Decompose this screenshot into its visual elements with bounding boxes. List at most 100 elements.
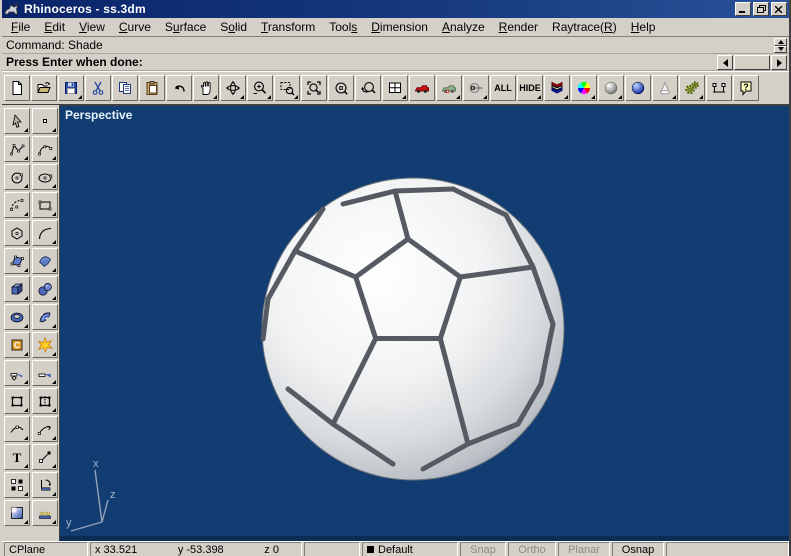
hide-button[interactable]: HIDE xyxy=(517,75,543,101)
app-icon-rhino[interactable] xyxy=(4,2,20,17)
down-arrow-icon xyxy=(778,47,784,51)
scroll-down-button[interactable] xyxy=(774,46,787,54)
tool-sphere[interactable] xyxy=(32,276,58,302)
zoom-window-button[interactable] xyxy=(274,75,300,101)
zoom-dynamic-button[interactable] xyxy=(247,75,273,101)
scrollbar-thumb[interactable] xyxy=(734,55,770,70)
tool-box[interactable] xyxy=(4,276,30,302)
rotate-view-button[interactable] xyxy=(220,75,246,101)
scroll-left-button[interactable] xyxy=(717,55,733,70)
spheres-icon xyxy=(37,281,53,297)
close-button[interactable] xyxy=(771,2,787,16)
tool-polygon[interactable] xyxy=(4,220,30,246)
menu-item-transform[interactable]: Transform xyxy=(254,19,322,36)
save-floppy-icon xyxy=(63,80,79,96)
menu-item-surface[interactable]: Surface xyxy=(158,19,213,36)
viewport-layout-button[interactable] xyxy=(382,75,408,101)
menu-item-analyze[interactable]: Analyze xyxy=(435,19,492,36)
ortho-toggle[interactable]: Ortho xyxy=(508,542,556,556)
undo-button[interactable] xyxy=(166,75,192,101)
menu-item-edit[interactable]: Edit xyxy=(37,19,72,36)
copy-icon xyxy=(117,80,133,96)
shade-button[interactable] xyxy=(598,75,624,101)
perspective-viewport[interactable]: Perspective xyxy=(59,105,789,541)
new-button[interactable] xyxy=(4,75,30,101)
tool-fillet[interactable] xyxy=(4,360,30,386)
tool-extrude[interactable]: C xyxy=(4,332,30,358)
menu-item-tools[interactable]: Tools xyxy=(322,19,364,36)
render-button[interactable] xyxy=(409,75,435,101)
menu-item-dimension[interactable]: Dimension xyxy=(364,19,435,36)
tool-surface-edit[interactable] xyxy=(32,304,58,330)
tool-array[interactable] xyxy=(4,472,30,498)
cplane-pane[interactable]: CPlane xyxy=(4,542,88,556)
tool-point[interactable] xyxy=(32,108,58,134)
cut-button[interactable] xyxy=(85,75,111,101)
copy-button[interactable] xyxy=(112,75,138,101)
titlebar: Rhinoceros - ss.3dm xyxy=(2,0,789,18)
menu-item-file[interactable]: File xyxy=(4,19,37,36)
menu-item-help[interactable]: Help xyxy=(624,19,663,36)
select-all-button[interactable]: ALL xyxy=(490,75,516,101)
command-history-line[interactable]: Command: Shade xyxy=(2,37,789,54)
tool-extend-curve[interactable] xyxy=(32,416,58,442)
menu-item-view[interactable]: View xyxy=(72,19,112,36)
tool-arc[interactable] xyxy=(4,192,30,218)
tool-polyline[interactable] xyxy=(4,136,30,162)
main-area: C T Perspective xyxy=(2,105,789,541)
tool-orient[interactable] xyxy=(32,472,58,498)
render-sphere-button[interactable] xyxy=(625,75,651,101)
tool-explode[interactable] xyxy=(32,332,58,358)
snap-toggle[interactable]: Snap xyxy=(460,542,506,556)
tool-move-point[interactable] xyxy=(32,444,58,470)
layer-pane[interactable]: Default xyxy=(362,542,458,556)
scroll-right-button[interactable] xyxy=(771,55,787,70)
layers-button[interactable] xyxy=(544,75,570,101)
tool-rectangle[interactable] xyxy=(32,192,58,218)
tool-torus[interactable] xyxy=(4,304,30,330)
menu-item-render[interactable]: Render xyxy=(492,19,545,36)
tool-ellipse[interactable] xyxy=(32,164,58,190)
tool-circle[interactable] xyxy=(4,164,30,190)
viewport-title[interactable]: Perspective xyxy=(65,108,132,122)
paste-button[interactable] xyxy=(139,75,165,101)
tool-trim[interactable] xyxy=(4,388,30,414)
minimize-button[interactable] xyxy=(735,2,751,16)
tool-shaded-view[interactable] xyxy=(4,500,30,526)
command-prompt-line[interactable]: Press Enter when done: xyxy=(2,54,789,71)
pan-button[interactable] xyxy=(193,75,219,101)
tool-text[interactable]: T xyxy=(4,444,30,470)
prompt-scrollbar xyxy=(717,55,787,70)
tool-lights[interactable] xyxy=(32,500,58,526)
hide-label: HIDE xyxy=(519,83,541,93)
osnap-button[interactable] xyxy=(463,75,489,101)
open-button[interactable] xyxy=(31,75,57,101)
render-preview-button[interactable] xyxy=(436,75,462,101)
menu-item-curve[interactable]: Curve xyxy=(112,19,158,36)
spotlight-button[interactable] xyxy=(652,75,678,101)
save-button[interactable] xyxy=(58,75,84,101)
tool-surface-points[interactable] xyxy=(4,248,30,274)
tool-point-on-curve[interactable] xyxy=(4,416,30,442)
menu-item-solid[interactable]: Solid xyxy=(213,19,254,36)
help-button[interactable]: ? xyxy=(733,75,759,101)
options-button[interactable] xyxy=(679,75,705,101)
restore-button[interactable] xyxy=(753,2,769,16)
tool-pointer[interactable] xyxy=(4,108,30,134)
color-button[interactable] xyxy=(571,75,597,101)
tool-curve[interactable] xyxy=(32,136,58,162)
osnap-toggle[interactable]: Osnap xyxy=(612,542,664,556)
tool-patch-surface[interactable] xyxy=(32,248,58,274)
scroll-up-button[interactable] xyxy=(774,38,787,46)
tool-split[interactable] xyxy=(32,388,58,414)
zoom-selected-button[interactable] xyxy=(301,75,327,101)
zoom-previous-button[interactable] xyxy=(355,75,381,101)
menu-item-raytrace[interactable]: Raytrace(R) xyxy=(545,19,624,36)
zoom-target-button[interactable] xyxy=(328,75,354,101)
dimension-button[interactable] xyxy=(706,75,732,101)
osnap-circle-icon xyxy=(468,80,484,96)
planar-toggle[interactable]: Planar xyxy=(558,542,610,556)
tool-corner-curve[interactable] xyxy=(32,220,58,246)
tool-chamfer[interactable] xyxy=(32,360,58,386)
spotlight-cone-icon xyxy=(657,80,673,96)
